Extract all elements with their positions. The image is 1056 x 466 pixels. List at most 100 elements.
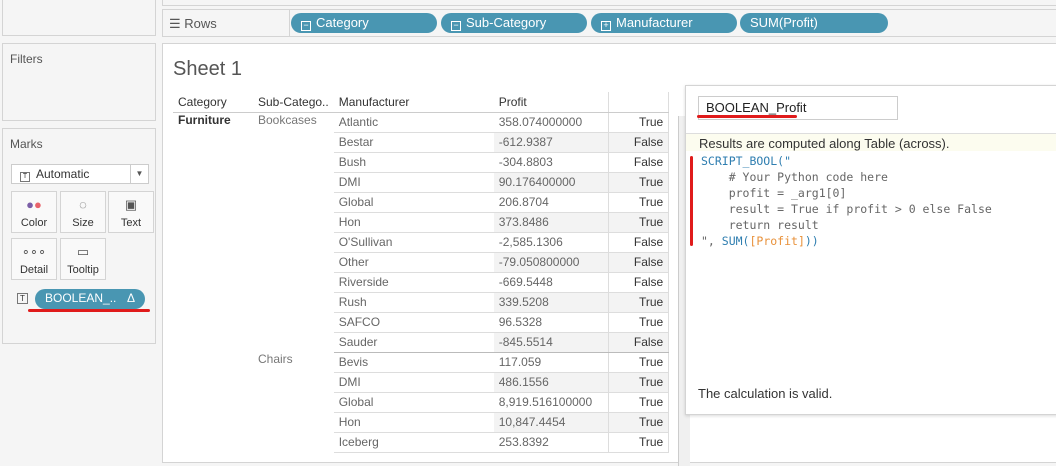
boolean-cell[interactable]: True [608, 212, 670, 233]
profit-cell[interactable]: 373.8486 [493, 212, 609, 233]
header-profit[interactable]: Profit [493, 92, 609, 113]
code-line: SCRIPT_BOOL(" [701, 154, 792, 168]
manufacturer-cell[interactable]: DMI [333, 372, 494, 393]
rows-label: ☰ Rows [169, 16, 289, 32]
boolean-cell[interactable]: True [608, 112, 670, 133]
collapse-icon: − [451, 21, 461, 31]
code-line: profit = _arg1[0] [701, 186, 847, 200]
boolean-cell[interactable]: True [608, 412, 670, 433]
sub-category-cell[interactable]: Bookcases [253, 112, 334, 352]
highlight-bar [690, 156, 693, 246]
header-manufacturer[interactable]: Manufacturer [333, 92, 494, 113]
sheet-title: Sheet 1 [173, 58, 242, 80]
columns-shelf[interactable] [162, 0, 1056, 6]
boolean-cell[interactable]: True [608, 312, 670, 333]
boolean-cell[interactable]: False [608, 332, 670, 353]
manufacturer-cell[interactable]: DMI [333, 172, 494, 193]
size-button[interactable]: ◌ Size [60, 191, 106, 233]
profit-cell[interactable]: 90.176400000 [493, 172, 609, 193]
profit-cell[interactable]: -79.050800000 [493, 252, 609, 273]
sub-category-cell[interactable]: Chairs [253, 352, 334, 452]
boolean-cell[interactable]: False [608, 232, 670, 253]
boolean-cell[interactable]: True [608, 432, 670, 453]
profit-cell[interactable]: -612.9387 [493, 132, 609, 153]
boolean-cell[interactable]: True [608, 192, 670, 213]
boolean-cell[interactable]: True [608, 352, 670, 373]
manufacturer-cell[interactable]: Hon [333, 212, 494, 233]
manufacturer-cell[interactable]: Bush [333, 152, 494, 173]
color-icon: ●● [26, 197, 42, 212]
text-label: Text [120, 217, 142, 229]
marks-card: Marks T Automatic ▼ ●● Color ◌ Size ▣ Text ∘… [2, 128, 156, 344]
tooltip-label: Tooltip [67, 264, 99, 276]
profit-cell[interactable]: 96.5328 [493, 312, 609, 333]
detail-button[interactable]: ∘∘∘ Detail [11, 238, 57, 280]
pill-sum-profit[interactable]: SUM(Profit) [740, 13, 888, 33]
text-encoding-icon: T [17, 293, 28, 304]
delta-icon: Δ [126, 291, 135, 305]
manufacturer-cell[interactable]: SAFCO [333, 312, 494, 333]
color-button[interactable]: ●● Color [11, 191, 57, 233]
manufacturer-cell[interactable]: Bevis [333, 352, 494, 373]
pill-label: BOOLEAN_.. [45, 291, 117, 305]
manufacturer-cell[interactable]: Rush [333, 292, 494, 313]
text-button[interactable]: ▣ Text [108, 191, 154, 233]
boolean-profit-pill[interactable]: BOOLEAN_.. Δ [35, 289, 145, 309]
boolean-cell[interactable]: True [608, 292, 670, 313]
code-line: return result [701, 218, 819, 232]
category-cell[interactable]: Furniture [173, 112, 253, 452]
boolean-cell[interactable]: False [608, 152, 670, 173]
mark-type-label: Automatic [36, 167, 90, 181]
boolean-cell[interactable]: False [608, 272, 670, 293]
rows-text: Rows [184, 16, 217, 31]
formula-editor[interactable]: SCRIPT_BOOL(" # Your Python code here pr… [701, 153, 992, 249]
profit-cell[interactable]: -845.5514 [493, 332, 609, 353]
profit-cell[interactable]: 8,919.516100000 [493, 392, 609, 413]
manufacturer-cell[interactable]: Other [333, 252, 494, 273]
tooltip-icon: ▭ [76, 244, 90, 259]
profit-cell[interactable]: 117.059 [493, 352, 609, 373]
boolean-cell[interactable]: False [608, 132, 670, 153]
manufacturer-cell[interactable]: Bestar [333, 132, 494, 153]
pill-manufacturer[interactable]: + Manufacturer [591, 13, 737, 33]
header-category[interactable]: Category [173, 92, 253, 113]
profit-cell[interactable]: -669.5448 [493, 272, 609, 293]
profit-cell[interactable]: 339.5208 [493, 292, 609, 313]
crosstab: Category Sub-Catego.. Manufacturer Profi… [173, 92, 670, 453]
text-mark-icon: T [20, 172, 30, 182]
size-icon: ◌ [79, 197, 87, 212]
detail-icon: ∘∘∘ [21, 244, 47, 259]
rows-shelf[interactable]: ☰ Rows − Category − Sub-Category + Manufact… [162, 9, 1056, 37]
profit-cell[interactable]: 358.074000000 [493, 112, 609, 133]
manufacturer-cell[interactable]: Hon [333, 412, 494, 433]
manufacturer-cell[interactable]: Global [333, 392, 494, 413]
tooltip-button[interactable]: ▭ Tooltip [60, 238, 106, 280]
profit-cell[interactable]: -304.8803 [493, 152, 609, 173]
profit-cell[interactable]: 10,847.4454 [493, 412, 609, 433]
pill-label: Sub-Category [466, 15, 547, 30]
pill-category[interactable]: − Category [291, 13, 437, 33]
profit-cell[interactable]: 253.8392 [493, 432, 609, 453]
boolean-cell[interactable]: True [608, 392, 670, 413]
boolean-cell[interactable]: True [608, 372, 670, 393]
pill-sub-category[interactable]: − Sub-Category [441, 13, 587, 33]
profit-cell[interactable]: 486.1556 [493, 372, 609, 393]
marks-title: Marks [10, 137, 43, 151]
boolean-cell[interactable]: False [608, 252, 670, 273]
profit-cell[interactable]: -2,585.1306 [493, 232, 609, 253]
highlight-underline [697, 115, 797, 118]
manufacturer-cell[interactable]: Atlantic [333, 112, 494, 133]
header-sub-category[interactable]: Sub-Catego.. [253, 92, 334, 113]
manufacturer-cell[interactable]: O'Sullivan [333, 232, 494, 253]
boolean-cell[interactable]: True [608, 172, 670, 193]
manufacturer-cell[interactable]: Sauder [333, 332, 494, 353]
profit-cell[interactable]: 206.8704 [493, 192, 609, 213]
top-left-panel [2, 0, 156, 36]
manufacturer-cell[interactable]: Riverside [333, 272, 494, 293]
code-line: ", [701, 234, 722, 248]
pill-label: Category [316, 15, 369, 30]
manufacturer-cell[interactable]: Iceberg [333, 432, 494, 453]
filters-shelf[interactable]: Filters [2, 43, 156, 121]
mark-type-dropdown[interactable]: T Automatic ▼ [11, 164, 149, 184]
manufacturer-cell[interactable]: Global [333, 192, 494, 213]
